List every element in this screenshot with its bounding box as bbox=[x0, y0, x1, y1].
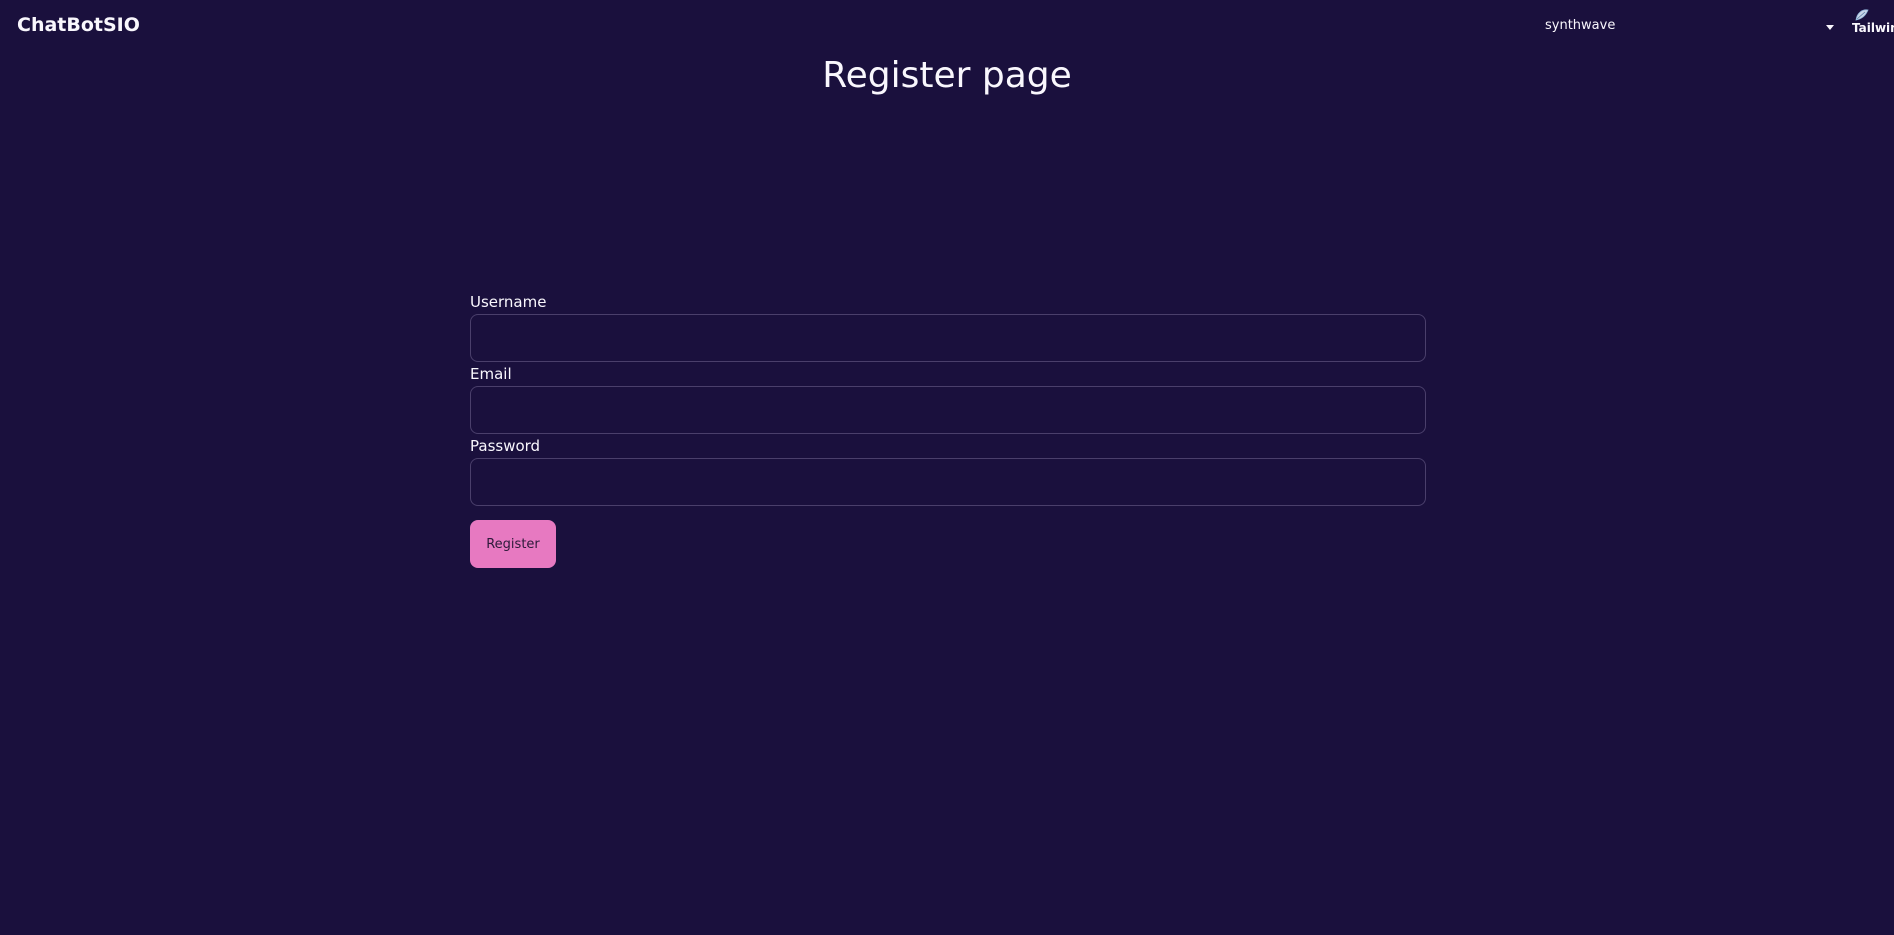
username-label: Username bbox=[470, 293, 547, 311]
brand-link[interactable]: ChatBotSIO bbox=[17, 14, 140, 36]
email-label: Email bbox=[470, 365, 512, 383]
theme-select-value: synthwave bbox=[1545, 18, 1616, 33]
theme-select[interactable]: synthwave bbox=[1536, 10, 1834, 42]
username-input[interactable] bbox=[470, 314, 1426, 362]
chevron-down-icon bbox=[1826, 25, 1834, 30]
register-button[interactable]: Register bbox=[470, 520, 556, 568]
register-form: Username Email Password Register bbox=[470, 292, 1426, 568]
tailwind-logo: Tailwind CSS bbox=[1850, 6, 1894, 46]
password-input[interactable] bbox=[470, 458, 1426, 506]
navbar: ChatBotSIO synthwave Tailwind CSS bbox=[0, 0, 1894, 54]
page-title: Register page bbox=[822, 55, 1072, 96]
tailwind-leaf-icon bbox=[1855, 9, 1869, 21]
tailwind-logo-text: Tailwind CSS bbox=[1852, 21, 1894, 35]
password-label: Password bbox=[470, 437, 541, 455]
email-input[interactable] bbox=[470, 386, 1426, 434]
